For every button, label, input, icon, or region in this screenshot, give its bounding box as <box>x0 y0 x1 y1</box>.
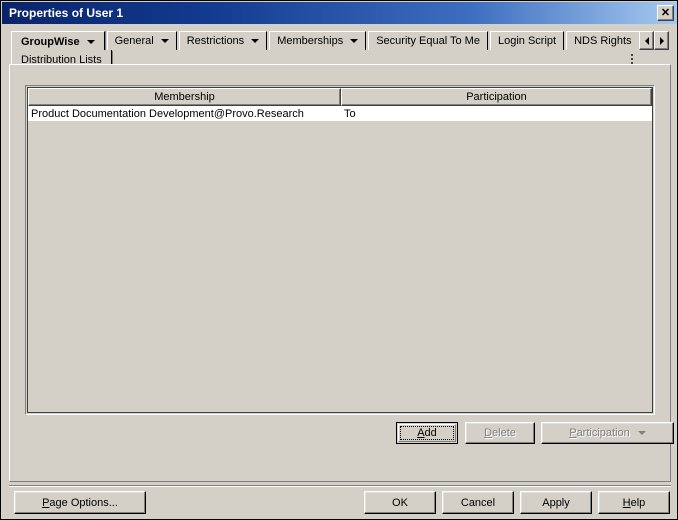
tab-memberships-label: Memberships <box>277 35 344 47</box>
tab-general[interactable]: General <box>106 31 177 50</box>
help-button-label: Help <box>622 496 646 509</box>
tab-nds-rights-label: NDS Rights <box>574 35 632 47</box>
tab-restrictions[interactable]: Restrictions <box>178 31 268 50</box>
page-options-button[interactable]: Page Options... <box>14 491 146 514</box>
arrow-right-icon <box>659 36 664 45</box>
table-row[interactable]: Product Documentation Development@Provo.… <box>28 106 652 121</box>
membership-list[interactable]: Membership Participation Product Documen… <box>25 85 655 415</box>
column-header-participation-label: Participation <box>466 91 527 103</box>
list-action-buttons: Add Delete Participation <box>10 422 674 444</box>
bottom-separator <box>9 485 671 487</box>
properties-dialog: Properties of User 1 ✕ GroupWise General… <box>0 0 678 520</box>
ok-button[interactable]: OK <box>364 491 436 514</box>
arrow-left-icon <box>644 36 649 45</box>
tab-login-script[interactable]: Login Script <box>489 31 565 50</box>
tab-strip: GroupWise General Restrictions Membershi… <box>2 24 677 70</box>
chevron-down-icon <box>251 39 260 43</box>
participation-button[interactable]: Participation <box>541 422 674 444</box>
tab-login-script-label: Login Script <box>497 35 557 47</box>
cancel-button-label: Cancel <box>460 496 496 509</box>
close-button[interactable]: ✕ <box>657 5 674 21</box>
delete-button-label: Delete <box>484 427 516 439</box>
apply-button-label: Apply <box>542 496 570 509</box>
column-header-participation[interactable]: Participation <box>341 88 652 106</box>
cell-membership: Product Documentation Development@Provo.… <box>31 107 304 120</box>
dialog-button-bar: Page Options... OK Cancel Apply Help <box>2 488 677 519</box>
membership-list-inner: Membership Participation Product Documen… <box>27 87 653 413</box>
cancel-button[interactable]: Cancel <box>442 491 514 514</box>
tab-page-panel: Membership Participation Product Documen… <box>9 64 674 482</box>
window-title: Properties of User 1 <box>9 6 124 20</box>
tab-security-equal-to-me-label: Security Equal To Me <box>376 35 480 47</box>
chevron-down-icon <box>350 39 359 43</box>
tab-groupwise-label: GroupWise <box>21 35 80 48</box>
tab-groupwise[interactable]: GroupWise <box>11 31 105 51</box>
ok-button-label: OK <box>392 496 408 509</box>
tab-scroll-left-button[interactable] <box>639 31 654 50</box>
chevron-down-icon <box>86 39 95 44</box>
page-options-button-label: Page Options... <box>42 496 118 509</box>
column-header-membership-label: Membership <box>154 91 215 103</box>
column-header-membership[interactable]: Membership <box>28 88 341 106</box>
tab-scroll-right-button[interactable] <box>654 31 669 50</box>
add-button[interactable]: Add <box>396 422 458 444</box>
tab-row-primary: GroupWise General Restrictions Membershi… <box>11 31 657 51</box>
delete-button[interactable]: Delete <box>465 422 535 444</box>
participation-button-label: Participation <box>569 427 630 439</box>
tab-general-label: General <box>114 35 154 47</box>
tab-scroll-buttons <box>639 31 669 50</box>
tab-security-equal-to-me[interactable]: Security Equal To Me <box>368 31 488 50</box>
cell-participation: To <box>344 107 356 120</box>
close-icon: ✕ <box>660 7 671 19</box>
membership-list-rows: Product Documentation Development@Provo.… <box>28 106 652 121</box>
membership-list-header: Membership Participation <box>28 88 652 106</box>
apply-button[interactable]: Apply <box>520 491 592 514</box>
chevron-down-icon <box>160 39 169 43</box>
chevron-down-icon <box>637 431 646 435</box>
help-button[interactable]: Help <box>598 491 670 514</box>
tab-memberships[interactable]: Memberships <box>269 31 367 50</box>
focus-ring <box>400 426 454 440</box>
title-bar[interactable]: Properties of User 1 ✕ <box>2 2 677 24</box>
tab-restrictions-label: Restrictions <box>186 35 245 47</box>
